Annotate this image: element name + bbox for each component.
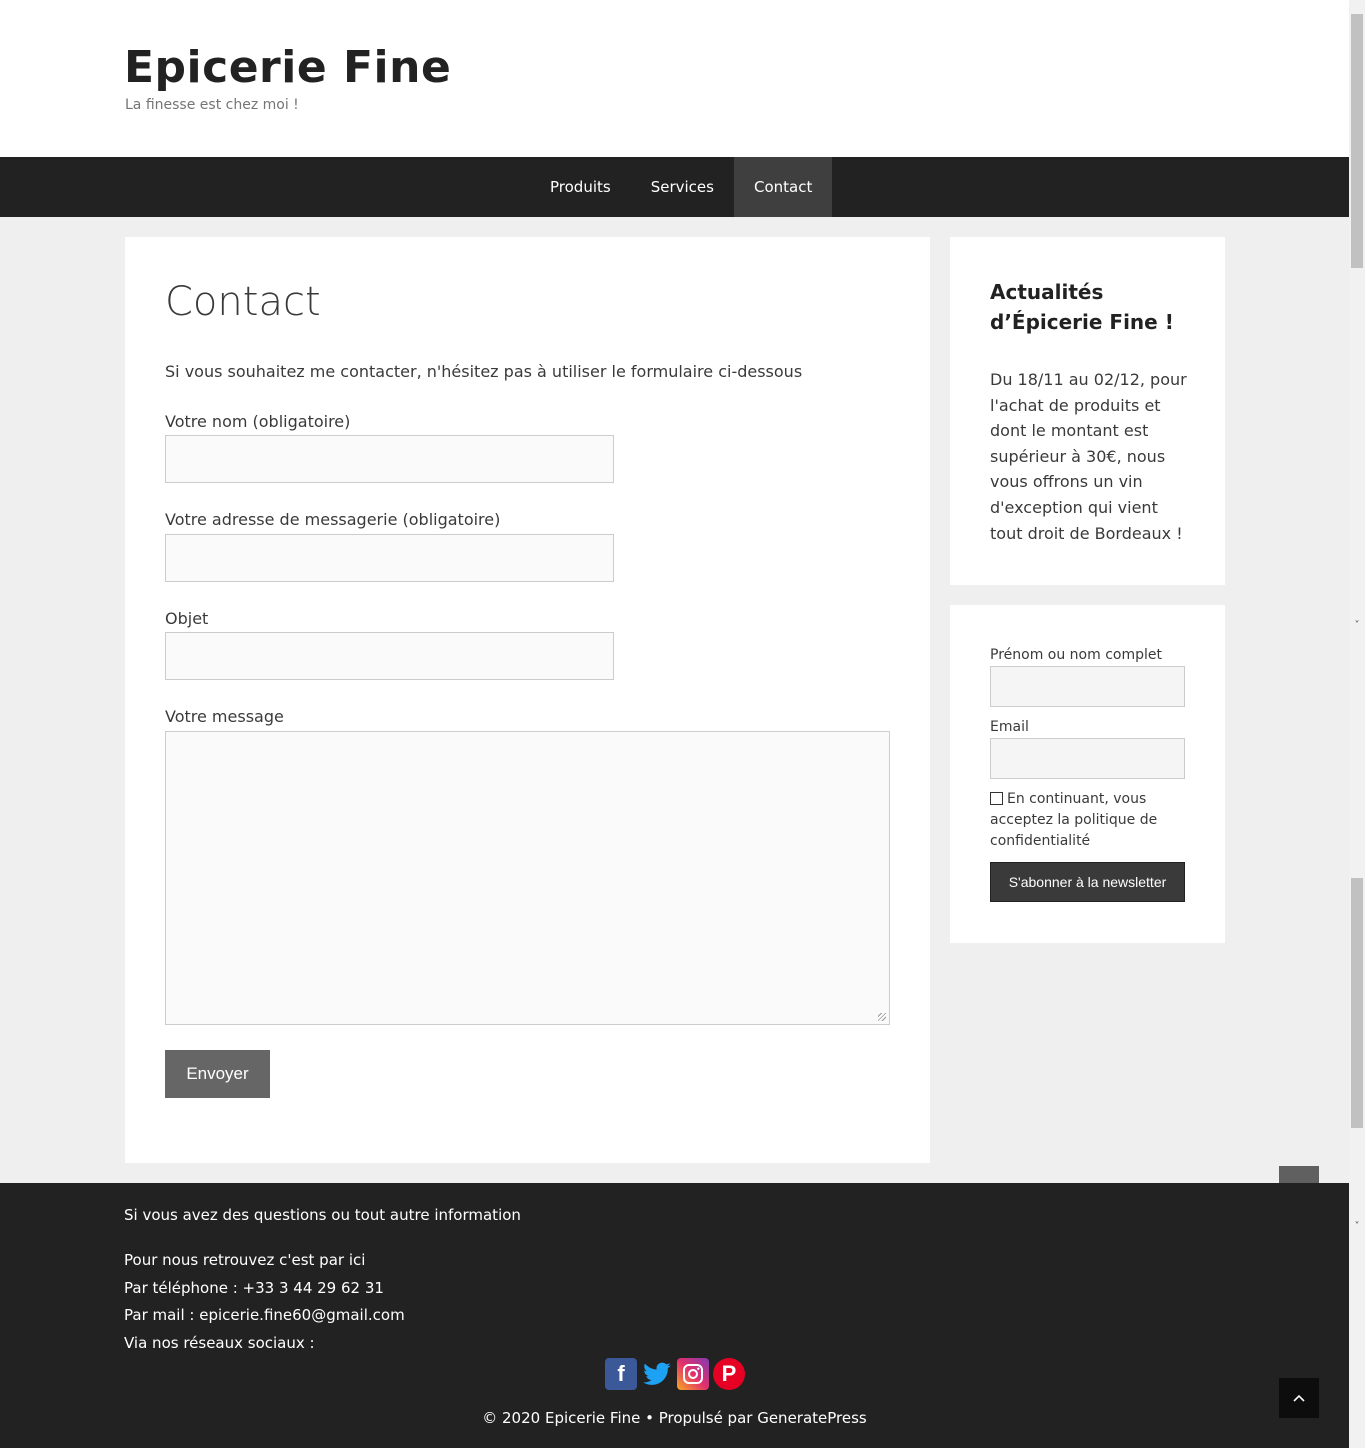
message-textarea[interactable]	[165, 731, 890, 1025]
scrollbar-thumb-upper[interactable]	[1351, 14, 1363, 268]
send-button[interactable]: Envoyer	[165, 1050, 270, 1098]
site-footer: Si vous avez des questions ou tout autre…	[0, 1183, 1349, 1448]
news-text: Du 18/11 au 02/12, pour l'achat de produ…	[990, 370, 1187, 543]
subject-input[interactable]	[165, 632, 614, 680]
newsletter-name-label: Prénom ou nom complet	[990, 647, 1162, 663]
page-title: Contact	[165, 279, 321, 325]
scrollbar-thumb-lower[interactable]	[1351, 878, 1363, 1128]
subscribe-button[interactable]: S'abonner à la newsletter	[990, 862, 1185, 902]
newsletter-name-input[interactable]	[990, 666, 1185, 707]
site-tagline: La finesse est chez moi !	[125, 97, 299, 113]
back-to-top-button-footer[interactable]	[1279, 1378, 1319, 1418]
name-input[interactable]	[165, 435, 614, 483]
scroll-down-arrow-icon-lower[interactable]: ˅	[1349, 1220, 1365, 1234]
email-label: Votre adresse de messagerie (obligatoire…	[165, 510, 501, 529]
consent-text: En continuant, vous acceptez la politiqu…	[990, 791, 1158, 849]
nav-list: Produits Services Contact	[530, 157, 833, 217]
newsletter-email-input[interactable]	[990, 738, 1185, 779]
facebook-icon[interactable]: f	[605, 1358, 637, 1390]
footer-find-us: Pour nous retrouvez c'est par ici	[124, 1251, 366, 1269]
footer-mail: Par mail : epicerie.fine60@gmail.com	[124, 1306, 405, 1324]
news-title: Actualités d’Épicerie Fine !	[990, 280, 1174, 334]
email-input[interactable]	[165, 534, 614, 582]
newsletter-widget: Prénom ou nom complet Email En continuan…	[950, 605, 1225, 943]
nav-item-produits[interactable]: Produits	[530, 157, 631, 217]
resize-grip-icon[interactable]	[878, 1013, 886, 1021]
name-label: Votre nom (obligatoire)	[165, 412, 351, 431]
pinterest-icon[interactable]: P	[713, 1358, 745, 1390]
main-navigation: Produits Services Contact	[0, 157, 1349, 217]
newsletter-email-label: Email	[990, 719, 1029, 735]
instagram-icon[interactable]	[677, 1358, 709, 1390]
news-widget: Actualités d’Épicerie Fine ! Du 18/11 au…	[950, 237, 1225, 585]
footer-question: Si vous avez des questions ou tout autre…	[124, 1206, 521, 1224]
nav-item-services[interactable]: Services	[631, 157, 734, 217]
page-scrollbar[interactable]: ˅ ˅	[1349, 0, 1365, 1448]
intro-text: Si vous souhaitez me contacter, n'hésite…	[165, 362, 803, 381]
chevron-up-icon	[1293, 1394, 1305, 1402]
twitter-icon[interactable]	[641, 1358, 673, 1390]
message-label: Votre message	[165, 707, 284, 726]
copyright-text: © 2020 Epicerie Fine • Propulsé par Gene…	[482, 1409, 867, 1427]
scroll-down-arrow-icon[interactable]: ˅	[1349, 619, 1365, 633]
content-area: Contact Si vous souhaitez me contacter, …	[125, 237, 930, 1163]
footer-social-label: Via nos réseaux sociaux :	[124, 1334, 315, 1352]
subject-label: Objet	[165, 609, 209, 628]
site-header: Epicerie Fine La finesse est chez moi !	[0, 0, 1349, 157]
social-icons: f P	[605, 1358, 745, 1390]
site-title[interactable]: Epicerie Fine	[124, 42, 451, 93]
footer-phone: Par téléphone : +33 3 44 29 62 31	[124, 1279, 384, 1297]
nav-item-contact[interactable]: Contact	[733, 157, 833, 217]
